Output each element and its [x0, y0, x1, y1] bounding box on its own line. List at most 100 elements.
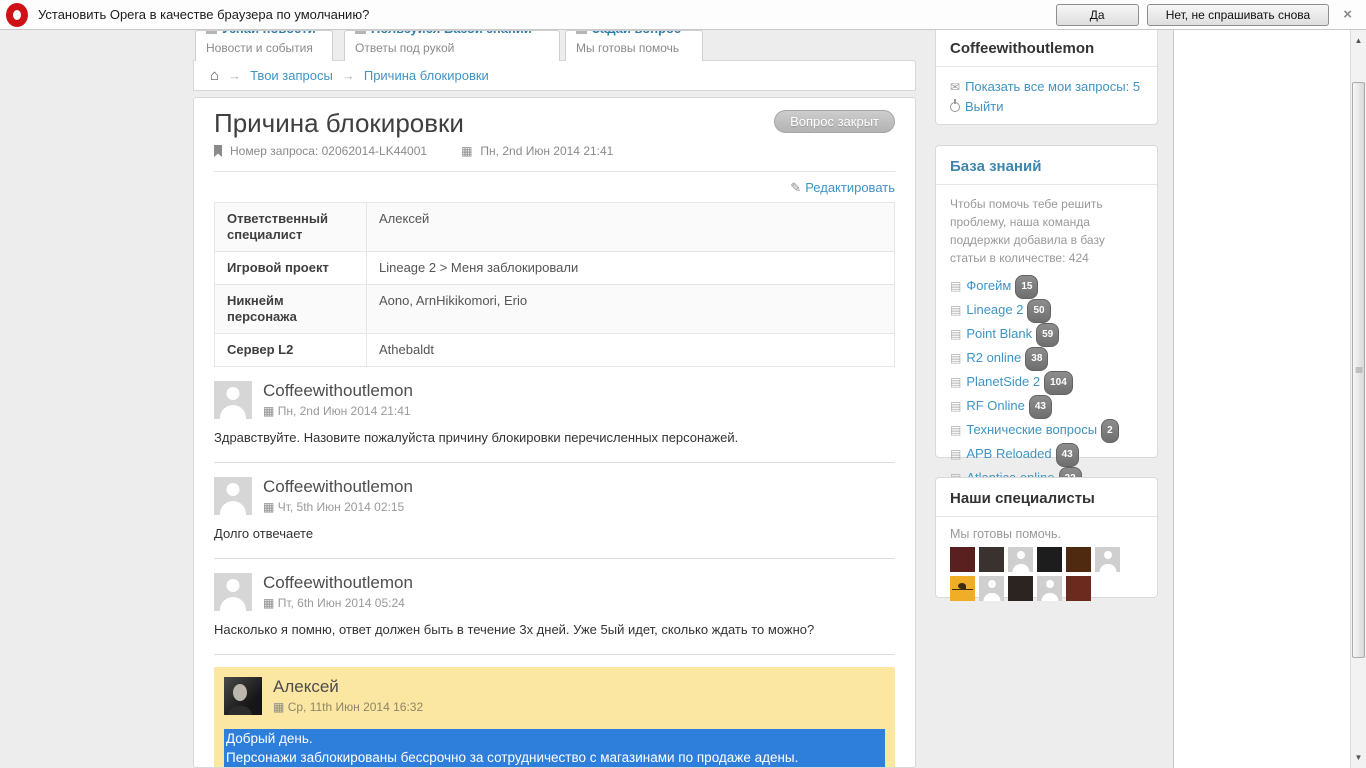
table-row: Никнейм персонажа Aono, ArnHikikomori, E…: [214, 284, 895, 334]
breadcrumb-separator: →: [341, 68, 355, 83]
avatar: [214, 477, 252, 515]
calendar-icon: ▦: [263, 596, 275, 610]
selected-line: Персонажи заблокированы бессрочно за сот…: [224, 748, 885, 767]
kb-item-fogame[interactable]: ▤ Фогейм 15: [950, 275, 1143, 299]
bookmark-icon: [214, 145, 222, 157]
comment-author: Coffeewithoutlemon: [263, 381, 413, 400]
field-label: Ответственный специалист: [214, 202, 367, 252]
specialist-avatar[interactable]: [1066, 576, 1091, 601]
edit-button[interactable]: ✎ Редактировать: [790, 180, 895, 195]
count-badge: 43: [1055, 443, 1079, 467]
specialist-avatar[interactable]: [1066, 547, 1091, 572]
staff-reply: Алексей ▦ Ср, 11th Июн 2014 16:32 Добрый…: [214, 667, 895, 767]
kb-item-lineage2[interactable]: ▤ Lineage 2 50: [950, 299, 1143, 323]
no-dont-ask-button[interactable]: Нет, не спрашивать снова: [1146, 3, 1330, 26]
drawer-icon: ▤: [950, 327, 962, 341]
logout-link[interactable]: Выйти: [950, 97, 1143, 116]
opera-logo-icon: [6, 2, 28, 27]
kb-item-r2online[interactable]: ▤ R2 online 38: [950, 347, 1143, 371]
count-badge: 50: [1027, 299, 1051, 323]
specialist-avatar[interactable]: [979, 576, 1004, 601]
tab-news[interactable]: Узнай новости Новости и события: [195, 30, 333, 61]
comment: Coffeewithoutlemon ▦ Пт, 6th Июн 2014 05…: [214, 559, 895, 655]
count-badge: 38: [1025, 347, 1049, 371]
comment: Coffeewithoutlemon ▦ Пн, 2nd Июн 2014 21…: [214, 367, 895, 463]
table-row: Ответственный специалист Алексей: [214, 202, 895, 252]
specialist-avatar[interactable]: [950, 576, 975, 601]
tab-news-title: Узнай новости: [222, 31, 316, 36]
staff-date: Ср, 11th Июн 2014 16:32: [287, 700, 424, 714]
yes-button[interactable]: Да: [1055, 3, 1139, 26]
tab-ask-subtitle: Мы готовы помочь: [576, 41, 680, 55]
pencil-icon: ✎: [790, 180, 802, 195]
drawer-icon: ▤: [950, 279, 962, 293]
kb-item-planetside2[interactable]: ▤ PlanetSide 2 104: [950, 371, 1143, 395]
comment-date: Пт, 6th Июн 2014 05:24: [277, 596, 405, 610]
field-label: Никнейм персонажа: [214, 284, 367, 334]
count-badge: 43: [1028, 395, 1052, 419]
news-icon: [206, 31, 217, 35]
scrollbar-thumb[interactable]: [1352, 82, 1365, 658]
comment-text: Здравствуйте. Назовите пожалуйста причин…: [214, 430, 739, 445]
calendar-icon: ▦: [273, 700, 285, 714]
tab-ask-question[interactable]: Задай вопрос Мы готовы помочь: [565, 30, 703, 61]
ask-icon: [576, 31, 587, 35]
tab-ask-title: Задай вопрос: [592, 31, 681, 36]
kb-icon: [355, 31, 366, 35]
status-badge: Вопрос закрыт: [774, 110, 895, 133]
field-value: Алексей: [366, 202, 895, 252]
specialist-avatar[interactable]: [979, 547, 1004, 572]
home-icon[interactable]: ⌂: [210, 67, 219, 84]
close-icon[interactable]: ×: [1337, 6, 1358, 23]
avatar: [214, 381, 252, 419]
field-label: Игровой проект: [214, 251, 367, 285]
drawer-icon: ▤: [950, 399, 962, 413]
breadcrumb: ⌂ → Твои запросы → Причина блокировки: [193, 60, 916, 91]
specialists-panel: Наши специалисты Мы готовы помочь.: [935, 477, 1158, 601]
drawer-icon: ▤: [950, 303, 962, 317]
page-title: Причина блокировки: [214, 108, 464, 138]
ticket-number: Номер запроса: 02062014-LK44001: [230, 144, 428, 158]
vertical-scrollbar[interactable]: ▲ ▼: [1350, 30, 1366, 768]
specialist-avatar[interactable]: [1037, 547, 1062, 572]
scroll-down-icon[interactable]: ▼: [1351, 749, 1366, 766]
comment-author: Coffeewithoutlemon: [263, 573, 413, 592]
tab-kb-subtitle: Ответы под рукой: [355, 41, 455, 55]
scroll-up-icon[interactable]: ▲: [1351, 32, 1366, 49]
kb-item-apb[interactable]: ▤ APB Reloaded 43: [950, 443, 1143, 467]
show-all-requests-link[interactable]: ✉ Показать все мои запросы: 5: [950, 77, 1143, 97]
breadcrumb-my-requests[interactable]: Твои запросы: [250, 68, 333, 83]
avatar: [214, 573, 252, 611]
knowledge-base-panel: База знаний Чтобы помочь тебе решить про…: [935, 145, 1158, 539]
user-panel: Coffeewithoutlemon ✉ Показать все мои зап…: [935, 14, 1158, 125]
comment-date: Чт, 5th Июн 2014 02:15: [277, 500, 405, 514]
kb-item-pointblank[interactable]: ▤ Point Blank 59: [950, 323, 1143, 347]
specialist-avatar[interactable]: [950, 547, 975, 572]
specialists-title: Наши специалисты: [936, 478, 1157, 517]
specialist-avatar[interactable]: [1008, 547, 1033, 572]
ticket-fields-table: Ответственный специалист Алексей Игровой…: [214, 202, 895, 367]
specialists-avatars: [936, 545, 1157, 613]
kb-item-technical[interactable]: ▤ Технические вопросы 2: [950, 419, 1143, 443]
field-value: Lineage 2 > Меня заблокировали: [366, 251, 895, 285]
specialist-avatar[interactable]: [1008, 576, 1033, 601]
drawer-icon: ▤: [950, 351, 962, 365]
comment-author: Coffeewithoutlemon: [263, 477, 413, 496]
specialists-subtitle: Мы готовы помочь.: [950, 527, 1061, 541]
ticket-panel: Причина блокировки Вопрос закрыт Номер з…: [193, 97, 916, 768]
field-value: Athebaldt: [366, 333, 895, 367]
knowledge-base-title: База знаний: [936, 146, 1157, 185]
table-row: Сервер L2 Athebaldt: [214, 333, 895, 367]
drawer-icon: ▤: [950, 423, 962, 437]
tab-knowledge-base[interactable]: Пользуйся Базой знаний Ответы под рукой: [344, 30, 560, 61]
selected-line: Добрый день.: [224, 729, 885, 748]
staff-author: Алексей: [273, 677, 339, 696]
notification-text: Установить Opera в качестве браузера по …: [38, 7, 370, 22]
user-name: Coffeewithoutlemon: [936, 40, 1157, 67]
count-badge: 59: [1036, 323, 1060, 347]
breadcrumb-current-page[interactable]: Причина блокировки: [364, 68, 489, 83]
specialist-avatar[interactable]: [1095, 547, 1120, 572]
specialist-avatar[interactable]: [1037, 576, 1062, 601]
kb-item-rfonline[interactable]: ▤ RF Online 43: [950, 395, 1143, 419]
knowledge-base-description: Чтобы помочь тебе решить проблему, наша …: [950, 197, 1105, 265]
